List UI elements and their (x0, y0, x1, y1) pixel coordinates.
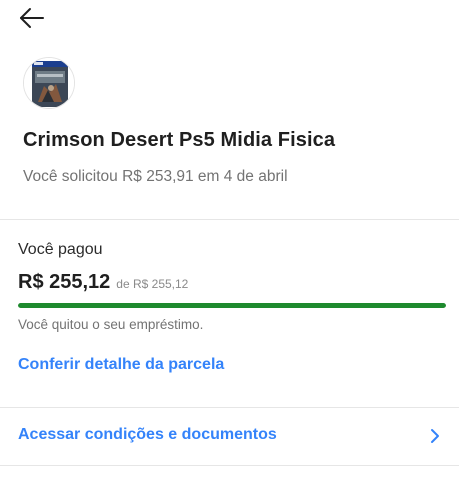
product-title: Crimson Desert Ps5 Midia Fisica (23, 129, 336, 151)
arrow-left-icon[interactable] (17, 4, 45, 32)
loan-detail-page: Crimson Desert Ps5 Midia Fisica Você sol… (0, 0, 459, 500)
amount-paid: R$ 255,12 (18, 271, 111, 293)
game-cover-icon (24, 58, 74, 108)
request-summary: Você solicitou R$ 253,91 em 4 de abril (23, 168, 288, 185)
paid-label: Você pagou (18, 241, 103, 258)
section-divider (0, 465, 459, 466)
conditions-documents-label: Acessar condições e documentos (18, 426, 277, 443)
conditions-documents-row[interactable]: Acessar condições e documentos (0, 408, 459, 465)
repayment-progress-bar (18, 303, 446, 308)
amount-total: de R$ 255,12 (116, 277, 189, 291)
repayment-progress-fill (18, 303, 446, 308)
chevron-right-icon (431, 429, 439, 443)
amount-row: R$ 255,12 de R$ 255,12 (18, 271, 188, 294)
installment-detail-link[interactable]: Conferir detalhe da parcela (18, 356, 224, 374)
loan-status-text: Você quitou o seu empréstimo. (18, 317, 204, 332)
product-thumbnail (23, 57, 75, 109)
section-divider (0, 219, 459, 220)
